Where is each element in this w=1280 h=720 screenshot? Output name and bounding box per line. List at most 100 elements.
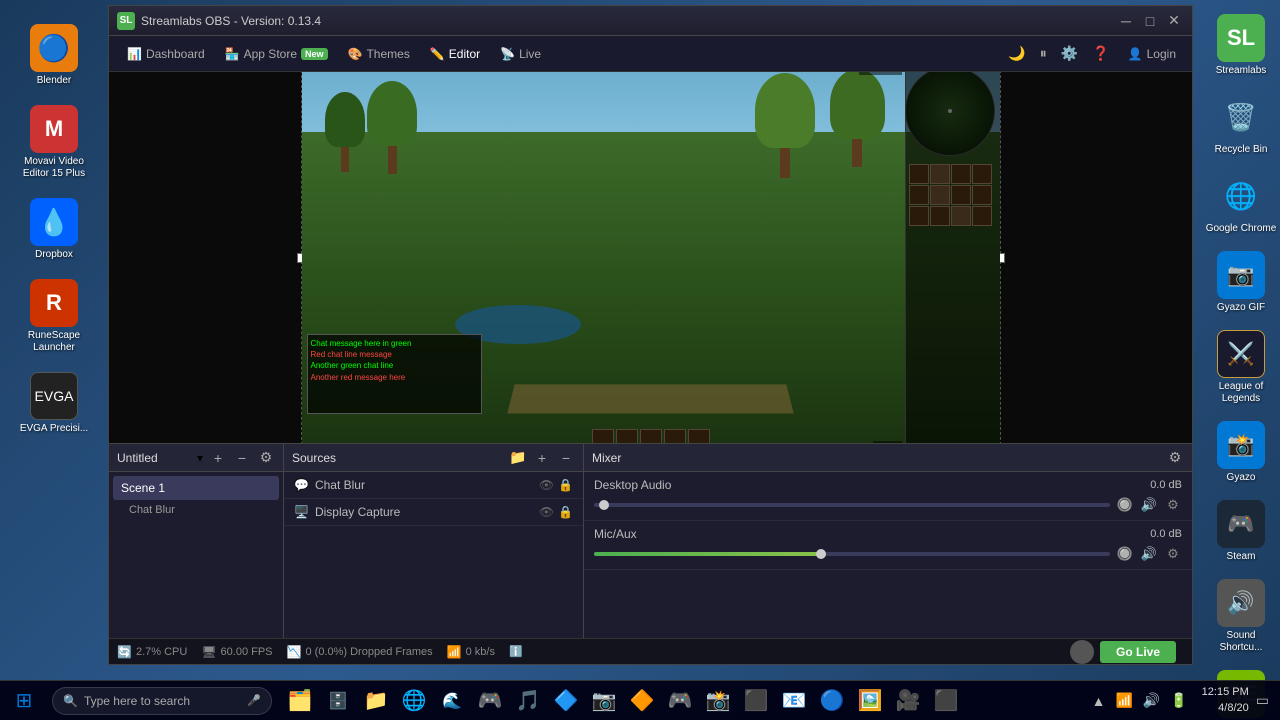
mixer-desktop-fader[interactable] xyxy=(594,503,1110,507)
go-live-button[interactable]: Go Live xyxy=(1100,641,1176,663)
desktop-icon-league[interactable]: ⚔️ League of Legends xyxy=(1201,326,1280,409)
taskbar-app-chrome[interactable]: 🌐 xyxy=(396,683,432,719)
taskbar-app-2[interactable]: 🗄️ xyxy=(320,683,356,719)
nav-appstore[interactable]: 🏪 App Store New xyxy=(215,43,338,65)
taskbar-app-steam[interactable]: 🎮 xyxy=(662,683,698,719)
editor-icon: ✏️ xyxy=(430,47,445,61)
status-fps: 🖥 60.00 FPS xyxy=(201,645,272,659)
mixer-mic-mute-button[interactable]: 🔊 xyxy=(1140,545,1158,563)
taskbar-app-snap[interactable]: 📸 xyxy=(700,683,736,719)
taskbar-app-3[interactable]: 📁 xyxy=(358,683,394,719)
taskbar-app-blender[interactable]: 🔵 xyxy=(814,683,850,719)
scenes-settings-button[interactable]: ⚙ xyxy=(257,449,275,467)
taskbar-app-mail[interactable]: 📧 xyxy=(776,683,812,719)
desktop-icon-chrome[interactable]: 🌐 Google Chrome xyxy=(1201,168,1280,239)
taskbar-app-orange[interactable]: 🔶 xyxy=(624,683,660,719)
microphone-icon[interactable]: 🎤 xyxy=(247,694,261,707)
nav-dashboard[interactable]: 📊 Dashboard xyxy=(117,43,215,65)
taskbar-app-dark[interactable]: ⬛ xyxy=(928,683,964,719)
desktop-icon-streamlabs[interactable]: SL Streamlabs xyxy=(1201,10,1280,81)
tray-volume-icon[interactable]: 🔊 xyxy=(1140,690,1163,711)
show-desktop-icon[interactable]: ▭ xyxy=(1253,690,1272,711)
maximize-button[interactable]: □ xyxy=(1140,13,1160,29)
mixer-channel-mic: Mic/Aux 0.0 dB 🔘 🔊 ⚙ xyxy=(584,521,1192,570)
nav-editor[interactable]: ✏️ Editor xyxy=(420,43,490,65)
source-item-chatblur[interactable]: 💬 Chat Blur 👁 🔒 xyxy=(284,472,583,499)
mixer-mic-handle[interactable] xyxy=(816,549,826,559)
preview-area[interactable]: Chat message here in green Red chat line… xyxy=(109,72,1192,443)
taskbar-app-video[interactable]: 🎥 xyxy=(890,683,926,719)
tray-network-icon[interactable]: 📶 xyxy=(1112,690,1135,711)
game-canvas: Chat message here in green Red chat line… xyxy=(302,72,1000,443)
scenes-add-button[interactable]: + xyxy=(209,449,227,467)
desktop-icon-runescape[interactable]: R RuneScape Launcher xyxy=(14,275,94,358)
search-bar[interactable]: 🔍 Type here to search 🎤 xyxy=(52,687,272,715)
mixer-desktop-mute-button[interactable]: 🔊 xyxy=(1140,496,1158,514)
sources-list: 💬 Chat Blur 👁 🔒 🖥️ Display Capture 👁 🔒 xyxy=(284,472,583,526)
scenes-remove-button[interactable]: − xyxy=(233,449,251,467)
sources-add-button[interactable]: + xyxy=(533,449,551,467)
sources-folder-button[interactable]: 📁 xyxy=(509,449,527,467)
desktop-icon-gyazo[interactable]: 📸 Gyazo xyxy=(1201,417,1280,488)
source-chat-icon: 💬 xyxy=(294,478,309,492)
bottom-panels: Untitled ▾ + − ⚙ Scene 1 Chat Blur xyxy=(109,443,1192,638)
nav-live[interactable]: 📡 Live xyxy=(490,43,551,65)
mixer-mic-volume-knob[interactable]: 🔘 xyxy=(1116,545,1134,563)
nav-themes[interactable]: 🎨 Themes xyxy=(338,43,420,65)
system-clock[interactable]: 12:15 PM 4/8/20 xyxy=(1201,685,1249,716)
game-preview[interactable]: Chat message here in green Red chat line… xyxy=(301,72,1001,443)
mixer-mic-fader[interactable] xyxy=(594,552,1110,556)
taskbar-app-photo[interactable]: 📷 xyxy=(586,683,622,719)
desktop-icon-dropbox[interactable]: 💧 Dropbox xyxy=(14,194,94,265)
close-button[interactable]: ✕ xyxy=(1164,13,1184,29)
desktop-icon-league-label: League of Legends xyxy=(1205,381,1277,405)
help-button[interactable]: ❓ xyxy=(1088,41,1113,66)
tray-battery-icon[interactable]: 🔋 xyxy=(1167,690,1190,711)
taskbar-app-obs[interactable]: ⬛ xyxy=(738,683,774,719)
desktop-icon-movavi[interactable]: M Movavi Video Editor 15 Plus xyxy=(14,101,94,184)
mixer-desktop-name: Desktop Audio xyxy=(594,478,1150,492)
nav-live-label: Live xyxy=(519,47,541,61)
scene-item-scene1[interactable]: Scene 1 xyxy=(113,476,279,500)
bandwidth-value: 0 kb/s xyxy=(466,646,495,658)
source-display-eye-icon[interactable]: 👁 xyxy=(539,505,554,519)
desktop-icon-evga[interactable]: EVGA EVGA Precisi... xyxy=(14,368,94,439)
nav-dashboard-label: Dashboard xyxy=(146,47,205,61)
taskbar-apps: 🗂️ 🗄️ 📁 🌐 🌊 🎮 🎵 🔷 📷 🔶 🎮 📸 ⬛ 📧 🔵 🖼️ 🎥 ⬛ xyxy=(282,681,964,720)
minimize-button[interactable]: ─ xyxy=(1116,13,1136,29)
mixer-channel-desktop: Desktop Audio 0.0 dB 🔘 🔊 ⚙ xyxy=(584,472,1192,521)
desktop-icon-sound[interactable]: 🔊 Sound Shortcu... xyxy=(1201,575,1280,658)
scene-child-chatblur[interactable]: Chat Blur xyxy=(113,500,279,520)
taskbar-app-blue[interactable]: 🔷 xyxy=(548,683,584,719)
source-eye-icon[interactable]: 👁 xyxy=(539,478,554,492)
sources-remove-button[interactable]: − xyxy=(557,449,575,467)
cpu-value: 2.7% CPU xyxy=(136,646,187,658)
taskbar-app-music[interactable]: 🎵 xyxy=(510,683,546,719)
taskbar-app-1[interactable]: 🗂️ xyxy=(282,683,318,719)
mixer-panel-header: Mixer ⚙ xyxy=(584,444,1192,472)
desktop-icon-blender[interactable]: 🔵 Blender xyxy=(14,20,94,91)
mixer-desktop-config-button[interactable]: ⚙ xyxy=(1164,496,1182,514)
source-item-display[interactable]: 🖥️ Display Capture 👁 🔒 xyxy=(284,499,583,526)
taskbar-app-img[interactable]: 🖼️ xyxy=(852,683,888,719)
theme-toggle[interactable]: 🌙 xyxy=(1004,41,1029,66)
desktop-icon-recycle[interactable]: 🗑️ Recycle Bin xyxy=(1201,89,1280,160)
mixer-desktop-volume-knob[interactable]: 🔘 xyxy=(1116,496,1134,514)
chat-line-2: Red chat line message xyxy=(311,349,478,360)
mixer-desktop-handle[interactable] xyxy=(599,500,609,510)
pause-button[interactable]: ⏸ xyxy=(1036,41,1051,66)
source-display-lock-icon[interactable]: 🔒 xyxy=(558,505,573,519)
dropped-icon: 📉 xyxy=(287,645,302,659)
desktop-icon-steam[interactable]: 🎮 Steam xyxy=(1201,496,1280,567)
login-button[interactable]: 👤 Login xyxy=(1120,43,1184,65)
desktop-icon-gyazo-gif[interactable]: 📷 Gyazo GIF xyxy=(1201,247,1280,318)
tray-up-icon[interactable]: ▲ xyxy=(1089,691,1109,711)
settings-button[interactable]: ⚙️ xyxy=(1057,41,1082,66)
taskbar-app-game[interactable]: 🎮 xyxy=(472,683,508,719)
taskbar-app-edge[interactable]: 🌊 xyxy=(434,683,470,719)
start-button[interactable]: ⊞ xyxy=(0,681,48,720)
source-lock-icon[interactable]: 🔒 xyxy=(558,478,573,492)
scenes-dropdown-icon[interactable]: ▾ xyxy=(197,451,203,465)
mixer-mic-config-button[interactable]: ⚙ xyxy=(1164,545,1182,563)
mixer-settings-button[interactable]: ⚙ xyxy=(1166,449,1184,467)
